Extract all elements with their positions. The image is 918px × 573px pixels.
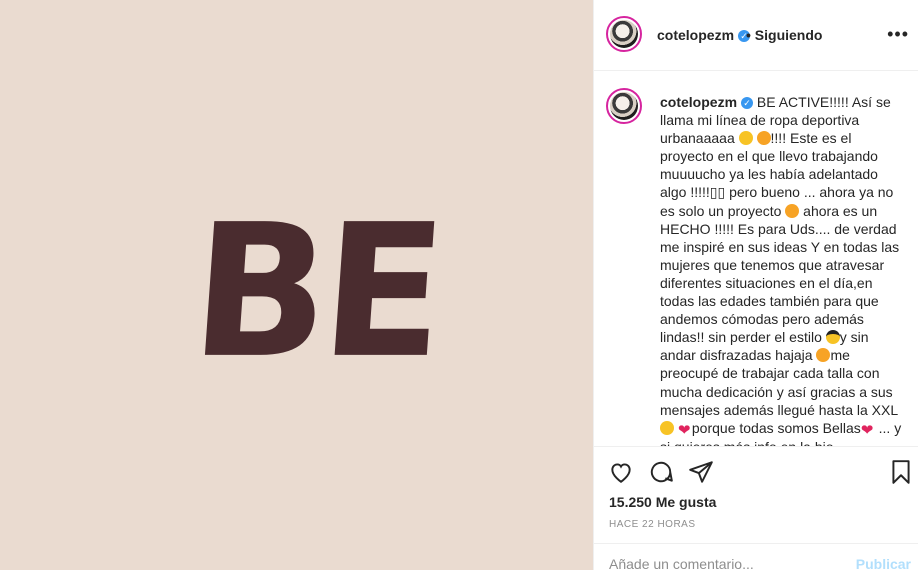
- more-options-icon[interactable]: •••: [887, 24, 909, 45]
- caption-username[interactable]: cotelopezm ✓: [660, 94, 754, 110]
- sunglasses-face-icon: [825, 330, 840, 345]
- post-image[interactable]: BE: [0, 0, 593, 570]
- likes-count[interactable]: 15.250 Me gusta: [609, 494, 716, 510]
- avatar[interactable]: [606, 16, 642, 52]
- header-username[interactable]: cotelopezm ✓: [657, 27, 751, 43]
- post-header: cotelopezm ✓ • Siguiendo •••: [594, 0, 918, 71]
- following-status[interactable]: • Siguiendo: [746, 27, 822, 43]
- post-sidebar: cotelopezm ✓ • Siguiendo ••• cotelopezm ✓ …: [593, 0, 918, 573]
- bookmark-icon[interactable]: [888, 459, 914, 485]
- heart-eyes-icon: [785, 203, 800, 218]
- red-heart-icon: ❤: [860, 421, 874, 439]
- heart-eyes-icon: [756, 131, 771, 146]
- smiling-face-icon: [738, 131, 753, 146]
- heart-icon[interactable]: [608, 459, 634, 485]
- be-logo-text: BE: [185, 184, 446, 399]
- post-timestamp[interactable]: HACE 22 HORAS: [609, 519, 696, 530]
- comment-box: Publicar: [594, 543, 918, 573]
- comment-icon[interactable]: [648, 459, 674, 485]
- share-icon[interactable]: [688, 459, 714, 485]
- actions-bar: 15.250 Me gusta HACE 22 HORAS Publicar: [594, 446, 918, 573]
- verified-badge-icon: ✓: [741, 97, 754, 109]
- heart-eyes-icon: [816, 348, 831, 363]
- red-heart-icon: ❤: [677, 421, 691, 439]
- comments-section[interactable]: cotelopezm ✓ BE ACTIVE!!!!! Así se llama …: [594, 71, 918, 446]
- hugging-face-icon: [660, 420, 674, 435]
- caption-text: cotelopezm ✓ BE ACTIVE!!!!! Así se llama …: [660, 94, 902, 446]
- caption-avatar[interactable]: [606, 88, 642, 124]
